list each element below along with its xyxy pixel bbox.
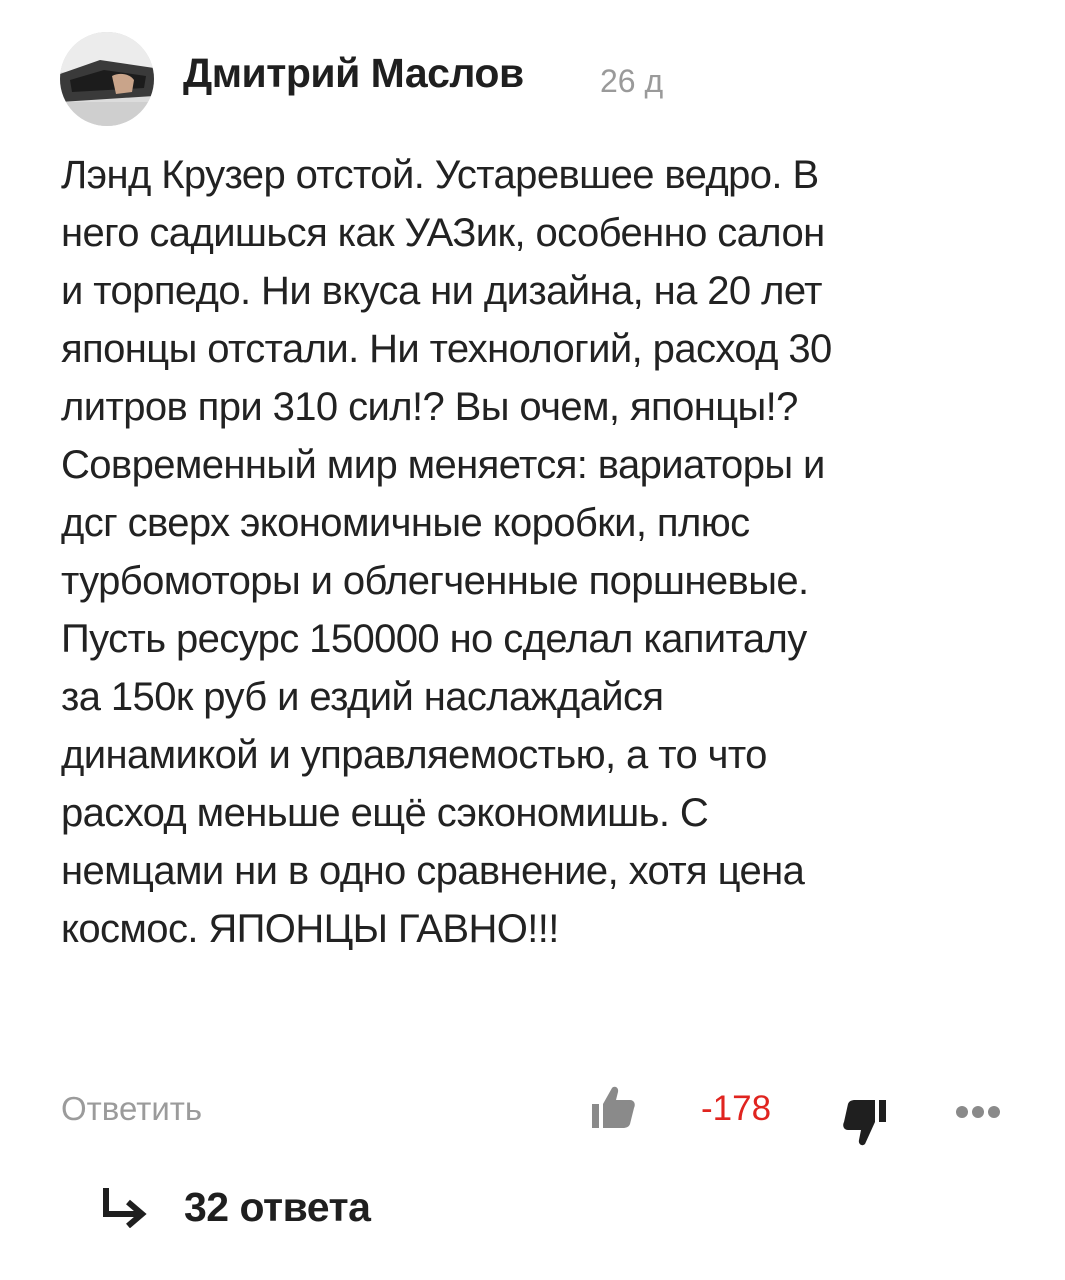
comment-text-line: динамикой и управляемостью, а то что (61, 733, 767, 777)
avatar-image (60, 32, 154, 126)
author-avatar[interactable] (60, 32, 154, 126)
comment-text-line: за 150к руб и ездий наслаждайся (61, 675, 664, 719)
comment-text-line: литров при 310 сил!? Вы очем, японцы!? (61, 385, 798, 429)
more-dots-icon[interactable] (954, 1104, 1002, 1120)
reply-button[interactable]: Ответить (61, 1090, 202, 1128)
comment-score: -178 (701, 1089, 772, 1128)
thumbs-down-icon[interactable] (843, 1098, 889, 1148)
reply-arrow-icon (100, 1187, 148, 1229)
comment-text-line: Пусть ресурс 150000 но сделал капиталу (61, 617, 807, 661)
comment-text-line: японцы отстали. Ни технологий, расход 30 (61, 327, 832, 371)
comment-text: Лэнд Крузер отстой. Устаревшее ведро. В … (61, 146, 1051, 958)
replies-count: 32 ответа (184, 1184, 371, 1230)
comment-text-line: дсг сверх экономичные коробки, плюс (61, 501, 750, 545)
comment-text-line: Лэнд Крузер отстой. Устаревшее ведро. В (61, 153, 819, 197)
comment-text-line: Современный мир меняется: вариаторы и (61, 443, 825, 487)
comment-age: 26 д (600, 63, 664, 99)
comment-text-line: и торпедо. Ни вкуса ни дизайна, на 20 ле… (61, 269, 822, 313)
thumbs-up-icon[interactable] (590, 1084, 636, 1130)
author-name[interactable]: Дмитрий Маслов (183, 50, 524, 97)
comment-text-line: космос. ЯПОНЦЫ ГАВНО!!! (61, 907, 559, 951)
comment-text-line: расход меньше ещё сэкономишь. С (61, 791, 709, 835)
comment-card: Дмитрий Маслов 26 д Лэнд Крузер отстой. … (0, 0, 1065, 1280)
comment-text-line: него садишься как УАЗик, особенно салон (61, 211, 825, 255)
comment-text-line: турбомоторы и облегченные поршневые. (61, 559, 809, 603)
comment-text-line: немцами ни в одно сравнение, хотя цена (61, 849, 805, 893)
